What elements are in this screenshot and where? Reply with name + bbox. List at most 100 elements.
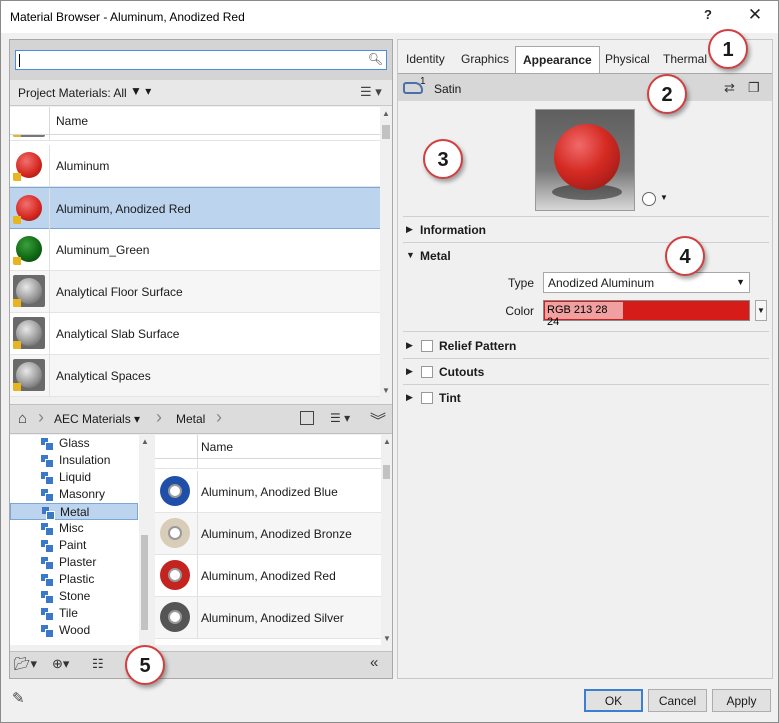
scroll-thumb[interactable] <box>141 535 148 630</box>
column-header-name[interactable]: Name <box>201 440 233 454</box>
chevron-down-icon[interactable]: ▼ <box>660 193 668 202</box>
breadcrumb-aec-materials[interactable]: AEC Materials ▾ <box>54 412 140 426</box>
library-materials-list: Name Aluminum, Anodized Blue Aluminum, A… <box>155 435 381 645</box>
tab-appearance[interactable]: Appearance <box>515 46 600 73</box>
scroll-up-icon[interactable]: ▲ <box>141 437 149 446</box>
library-category-tree: Glass Insulation Liquid Masonry Metal Mi… <box>10 435 150 645</box>
project-grid-header: Name <box>10 107 380 135</box>
tab-graphics[interactable]: Graphics <box>461 52 509 66</box>
color-field[interactable]: RGB 213 28 24 <box>543 300 750 328</box>
search-input[interactable]: 🔍︎ <box>15 50 387 70</box>
library-toolbar: 📂︎▾ ⊕▾ ☷ « <box>10 651 392 678</box>
color-options-button[interactable]: ▼ <box>755 300 767 321</box>
search-strip: 🔍︎ <box>10 40 392 80</box>
table-row-partial[interactable] <box>10 135 380 141</box>
chevron-right-icon: › <box>216 407 222 427</box>
panel-toggle-icon[interactable] <box>300 411 314 425</box>
tree-item[interactable]: Glass <box>10 435 138 452</box>
breadcrumb-metal[interactable]: Metal <box>176 412 205 426</box>
table-row[interactable]: Aluminum, Anodized Red <box>155 555 381 597</box>
type-dropdown[interactable]: Anodized Aluminum ▼ <box>543 272 750 293</box>
preview-shape-icon[interactable] <box>642 192 656 206</box>
close-button[interactable]: ✕ <box>746 5 764 25</box>
tab-identity[interactable]: Identity <box>406 52 445 66</box>
filter-dropdown-icon[interactable]: ▼ ▾ <box>130 84 151 98</box>
scroll-thumb[interactable] <box>383 465 390 479</box>
tab-thermal[interactable]: Thermal <box>663 52 707 66</box>
scroll-up-icon[interactable]: ▲ <box>382 109 390 118</box>
tree-item[interactable]: Plaster <box>10 554 138 571</box>
table-row[interactable]: Aluminum, Anodized Silver <box>155 597 381 639</box>
duplicate-asset-icon[interactable]: ❐ <box>748 80 760 96</box>
collapse-down-icon[interactable]: ︾ <box>370 407 386 431</box>
expand-icon[interactable]: ▶ <box>406 366 413 377</box>
library-list-scrollbar[interactable]: ▲ ▼ <box>381 435 392 645</box>
tree-item[interactable]: Tile <box>10 605 138 622</box>
cancel-button[interactable]: Cancel <box>648 689 707 712</box>
create-material-icon[interactable]: ⊕▾ <box>52 656 69 672</box>
open-library-icon[interactable]: 📂︎▾ <box>14 656 37 672</box>
tree-item[interactable]: Plastic <box>10 571 138 588</box>
library-view-options-icon[interactable]: ☰ ▾ <box>330 411 350 425</box>
table-row[interactable]: Aluminum <box>10 145 380 187</box>
tree-item[interactable]: Paint <box>10 537 138 554</box>
tree-item[interactable]: Insulation <box>10 452 138 469</box>
scroll-thumb[interactable] <box>382 125 390 139</box>
column-header-name[interactable]: Name <box>56 114 88 128</box>
library-grid-header: Name <box>155 435 381 459</box>
folder-icon <box>41 523 54 536</box>
folder-icon <box>41 540 54 553</box>
table-row[interactable]: Aluminum, Anodized Blue <box>155 471 381 513</box>
section-cutouts[interactable]: ▶ Cutouts <box>403 361 769 383</box>
section-information[interactable]: ▶ Information <box>403 219 769 241</box>
folder-icon <box>41 557 54 570</box>
material-name: Aluminum, Anodized Red <box>56 202 191 216</box>
edit-document-icon[interactable]: ✎ <box>12 689 25 707</box>
ok-button[interactable]: OK <box>584 689 643 712</box>
expand-icon[interactable]: ▶ <box>406 392 413 403</box>
help-button[interactable]: ? <box>704 7 712 22</box>
expand-icon[interactable]: ▶ <box>406 340 413 351</box>
scroll-down-icon[interactable]: ▼ <box>382 386 390 395</box>
left-pane: 🔍︎ Project Materials: All ▼ ▾ ☰ ▾ Name A… <box>9 39 393 679</box>
project-list-scrollbar[interactable]: ▲ ▼ <box>380 107 392 397</box>
scroll-up-icon[interactable]: ▲ <box>383 437 391 446</box>
section-tint[interactable]: ▶ Tint <box>403 387 769 409</box>
project-materials-bar: Project Materials: All ▼ ▾ ☰ ▾ <box>10 80 392 106</box>
home-icon[interactable]: ⌂ <box>18 410 27 427</box>
search-icon[interactable]: 🔍︎ <box>368 52 383 66</box>
tab-physical[interactable]: Physical <box>605 52 650 66</box>
callout-5: 5 <box>125 645 165 685</box>
tree-item[interactable]: Stone <box>10 588 138 605</box>
table-row-selected[interactable]: Aluminum, Anodized Red <box>10 187 380 230</box>
relief-checkbox[interactable] <box>421 340 433 352</box>
asset-editor-icon[interactable]: ☷ <box>92 656 104 672</box>
collapse-left-icon[interactable]: « <box>370 654 378 671</box>
table-row[interactable]: Aluminum, Anodized Bronze <box>155 513 381 555</box>
table-row-partial[interactable] <box>155 459 381 469</box>
tree-scrollbar[interactable]: ▲ <box>139 435 150 645</box>
table-row[interactable]: Analytical Slab Surface <box>10 313 380 355</box>
material-name: Aluminum, Anodized Bronze <box>201 527 352 541</box>
tree-item[interactable]: Wood <box>10 622 138 639</box>
folder-icon <box>41 472 54 485</box>
replace-asset-icon[interactable]: ⇄ <box>724 80 735 96</box>
scroll-down-icon[interactable]: ▼ <box>383 634 391 643</box>
table-row[interactable]: Analytical Floor Surface <box>10 271 380 313</box>
collapse-icon[interactable]: ▼ <box>406 250 415 260</box>
tree-item[interactable]: Misc <box>10 520 138 537</box>
section-relief-pattern[interactable]: ▶ Relief Pattern <box>403 335 769 357</box>
view-options-icon[interactable]: ☰ ▾ <box>360 84 382 100</box>
expand-icon[interactable]: ▶ <box>406 224 413 235</box>
tint-checkbox[interactable] <box>421 392 433 404</box>
table-row[interactable]: Aluminum_Green <box>10 229 380 271</box>
tree-item-selected[interactable]: Metal <box>10 503 138 520</box>
section-metal[interactable]: ▼ Metal <box>403 245 769 267</box>
asset-bar: 1 Satin ⇄ ❐ <box>398 73 772 101</box>
tree-item[interactable]: Masonry <box>10 486 138 503</box>
tree-item[interactable]: Liquid <box>10 469 138 486</box>
apply-button[interactable]: Apply <box>712 689 771 712</box>
table-row[interactable]: Analytical Spaces <box>10 355 380 397</box>
folder-icon <box>41 608 54 621</box>
cutouts-checkbox[interactable] <box>421 366 433 378</box>
